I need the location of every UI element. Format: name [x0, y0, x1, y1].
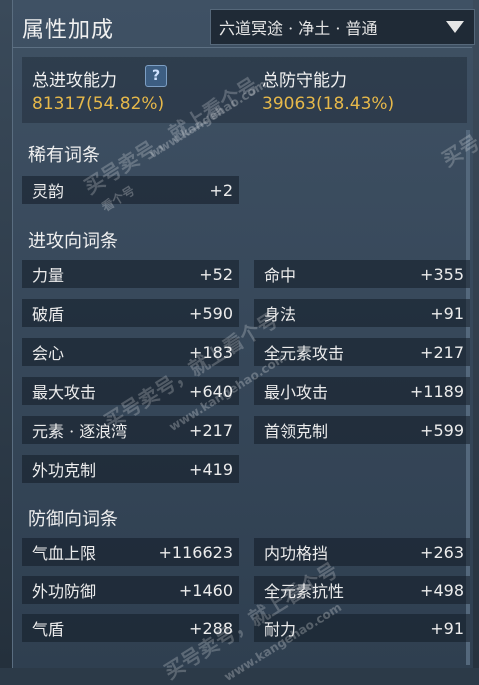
header-divider [12, 47, 472, 48]
stat-cell: 全元素抗性 +498 [254, 576, 470, 604]
stat-cell: 内功格挡 +263 [254, 538, 470, 566]
stat-cell: 命中 +355 [254, 260, 470, 288]
stat-cell: 外功防御 +1460 [22, 576, 239, 604]
stat-value: +1460 [178, 580, 233, 600]
stat-label: 外功克制 [32, 461, 97, 480]
stat-label: 气盾 [32, 620, 65, 639]
stat-label: 外功防御 [32, 582, 97, 601]
stat-label: 力量 [32, 266, 65, 285]
stat-value: +640 [189, 381, 233, 401]
stat-value: +217 [189, 420, 233, 440]
question-icon[interactable]: ? [145, 65, 167, 87]
stat-label: 全元素攻击 [264, 344, 345, 363]
stat-cell: 外功克制 +419 [22, 455, 239, 483]
stat-label: 耐力 [264, 620, 297, 639]
stat-value: +599 [420, 420, 464, 440]
stat-cell: 气盾 +288 [22, 614, 239, 642]
stat-label: 内功格挡 [264, 544, 329, 563]
stat-value: +288 [189, 618, 233, 638]
stat-value: +263 [420, 542, 464, 562]
stat-label: 灵韵 [32, 182, 65, 201]
stat-label: 最大攻击 [32, 383, 97, 402]
stat-value: +355 [420, 264, 464, 284]
stat-cell: 最大攻击 +640 [22, 377, 239, 405]
stat-value: +419 [189, 459, 233, 479]
dropdown-value: 六道冥途 · 净土 · 普通 [219, 19, 378, 38]
mode-dropdown[interactable]: 六道冥途 · 净土 · 普通 [210, 9, 475, 45]
stat-label: 最小攻击 [264, 383, 329, 402]
stat-value: +52 [199, 264, 233, 284]
stat-cell: 元素 · 逐浪湾 +217 [22, 416, 239, 444]
stat-cell: 破盾 +590 [22, 299, 239, 327]
total-defense-label: 总防守能力 [262, 71, 347, 91]
total-attack-label: 总进攻能力 [32, 71, 117, 91]
stat-value: +116623 [158, 542, 233, 562]
stat-cell: 身法 +91 [254, 299, 470, 327]
stat-cell: 力量 +52 [22, 260, 239, 288]
stat-value: +91 [430, 303, 464, 323]
stat-label: 全元素抗性 [264, 582, 345, 601]
stat-label: 会心 [32, 344, 65, 363]
stat-cell: 会心 +183 [22, 338, 239, 366]
stat-label: 命中 [264, 266, 297, 285]
stat-cell: 最小攻击 +1189 [254, 377, 470, 405]
chevron-down-icon [446, 21, 464, 33]
stat-cell: 全元素攻击 +217 [254, 338, 470, 366]
stat-cell: 灵韵 +2 [22, 176, 239, 204]
stat-value: +217 [420, 342, 464, 362]
panel-title: 属性加成 [22, 18, 115, 43]
stat-value: +91 [430, 618, 464, 638]
stat-label: 身法 [264, 305, 297, 324]
stat-value: +2 [209, 180, 233, 200]
stat-value: +183 [189, 342, 233, 362]
section-defense: 防御向词条 [28, 509, 118, 530]
stat-label: 气血上限 [32, 544, 97, 563]
stat-cell: 首领克制 +599 [254, 416, 470, 444]
stat-cell: 耐力 +91 [254, 614, 470, 642]
total-defense-value: 39063(18.43%) [262, 94, 395, 114]
stat-label: 破盾 [32, 305, 65, 324]
total-attack-value: 81317(54.82%) [32, 94, 165, 114]
stat-label: 首领克制 [264, 422, 329, 441]
stat-cell: 气血上限 +116623 [22, 538, 239, 566]
section-attack: 进攻向词条 [28, 231, 118, 252]
stat-value: +498 [420, 580, 464, 600]
stat-value: +590 [189, 303, 233, 323]
stat-value: +1189 [409, 381, 464, 401]
section-rare: 稀有词条 [28, 145, 100, 166]
stat-label: 元素 · 逐浪湾 [32, 422, 128, 441]
